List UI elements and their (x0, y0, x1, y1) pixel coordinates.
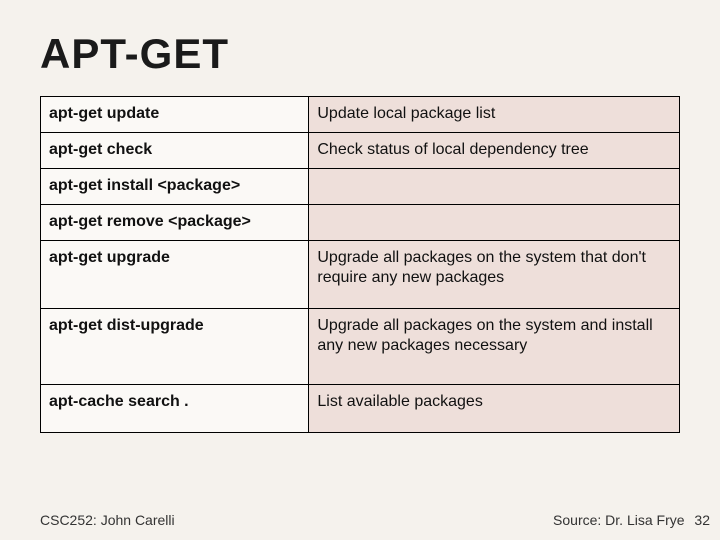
description-cell: List available packages (309, 385, 680, 433)
page-title: APT-GET (40, 30, 680, 78)
description-cell: Check status of local dependency tree (309, 133, 680, 169)
footer-left: CSC252: John Carelli (40, 512, 175, 528)
command-cell: apt-get check (41, 133, 309, 169)
description-cell: Upgrade all packages on the system that … (309, 241, 680, 309)
table-row: apt-get update Update local package list (41, 97, 680, 133)
table-row: apt-get remove <package> (41, 205, 680, 241)
table-row: apt-get install <package> (41, 169, 680, 205)
table-row: apt-cache search . List available packag… (41, 385, 680, 433)
description-cell: Update local package list (309, 97, 680, 133)
command-cell: apt-get upgrade (41, 241, 309, 309)
command-table: apt-get update Update local package list… (40, 96, 680, 433)
description-cell: Upgrade all packages on the system and i… (309, 309, 680, 385)
command-cell: apt-cache search . (41, 385, 309, 433)
footer-right: Source: Dr. Lisa Frye 32 (553, 512, 710, 528)
command-cell: apt-get install <package> (41, 169, 309, 205)
description-cell (309, 169, 680, 205)
footer-source: Source: Dr. Lisa Frye (553, 512, 685, 528)
description-cell (309, 205, 680, 241)
table-row: apt-get upgrade Upgrade all packages on … (41, 241, 680, 309)
page-number: 32 (694, 512, 710, 528)
command-cell: apt-get update (41, 97, 309, 133)
slide: APT-GET apt-get update Update local pack… (0, 0, 720, 540)
table-row: apt-get check Check status of local depe… (41, 133, 680, 169)
table-row: apt-get dist-upgrade Upgrade all package… (41, 309, 680, 385)
command-cell: apt-get dist-upgrade (41, 309, 309, 385)
footer: CSC252: John Carelli Source: Dr. Lisa Fr… (40, 512, 710, 528)
command-cell: apt-get remove <package> (41, 205, 309, 241)
